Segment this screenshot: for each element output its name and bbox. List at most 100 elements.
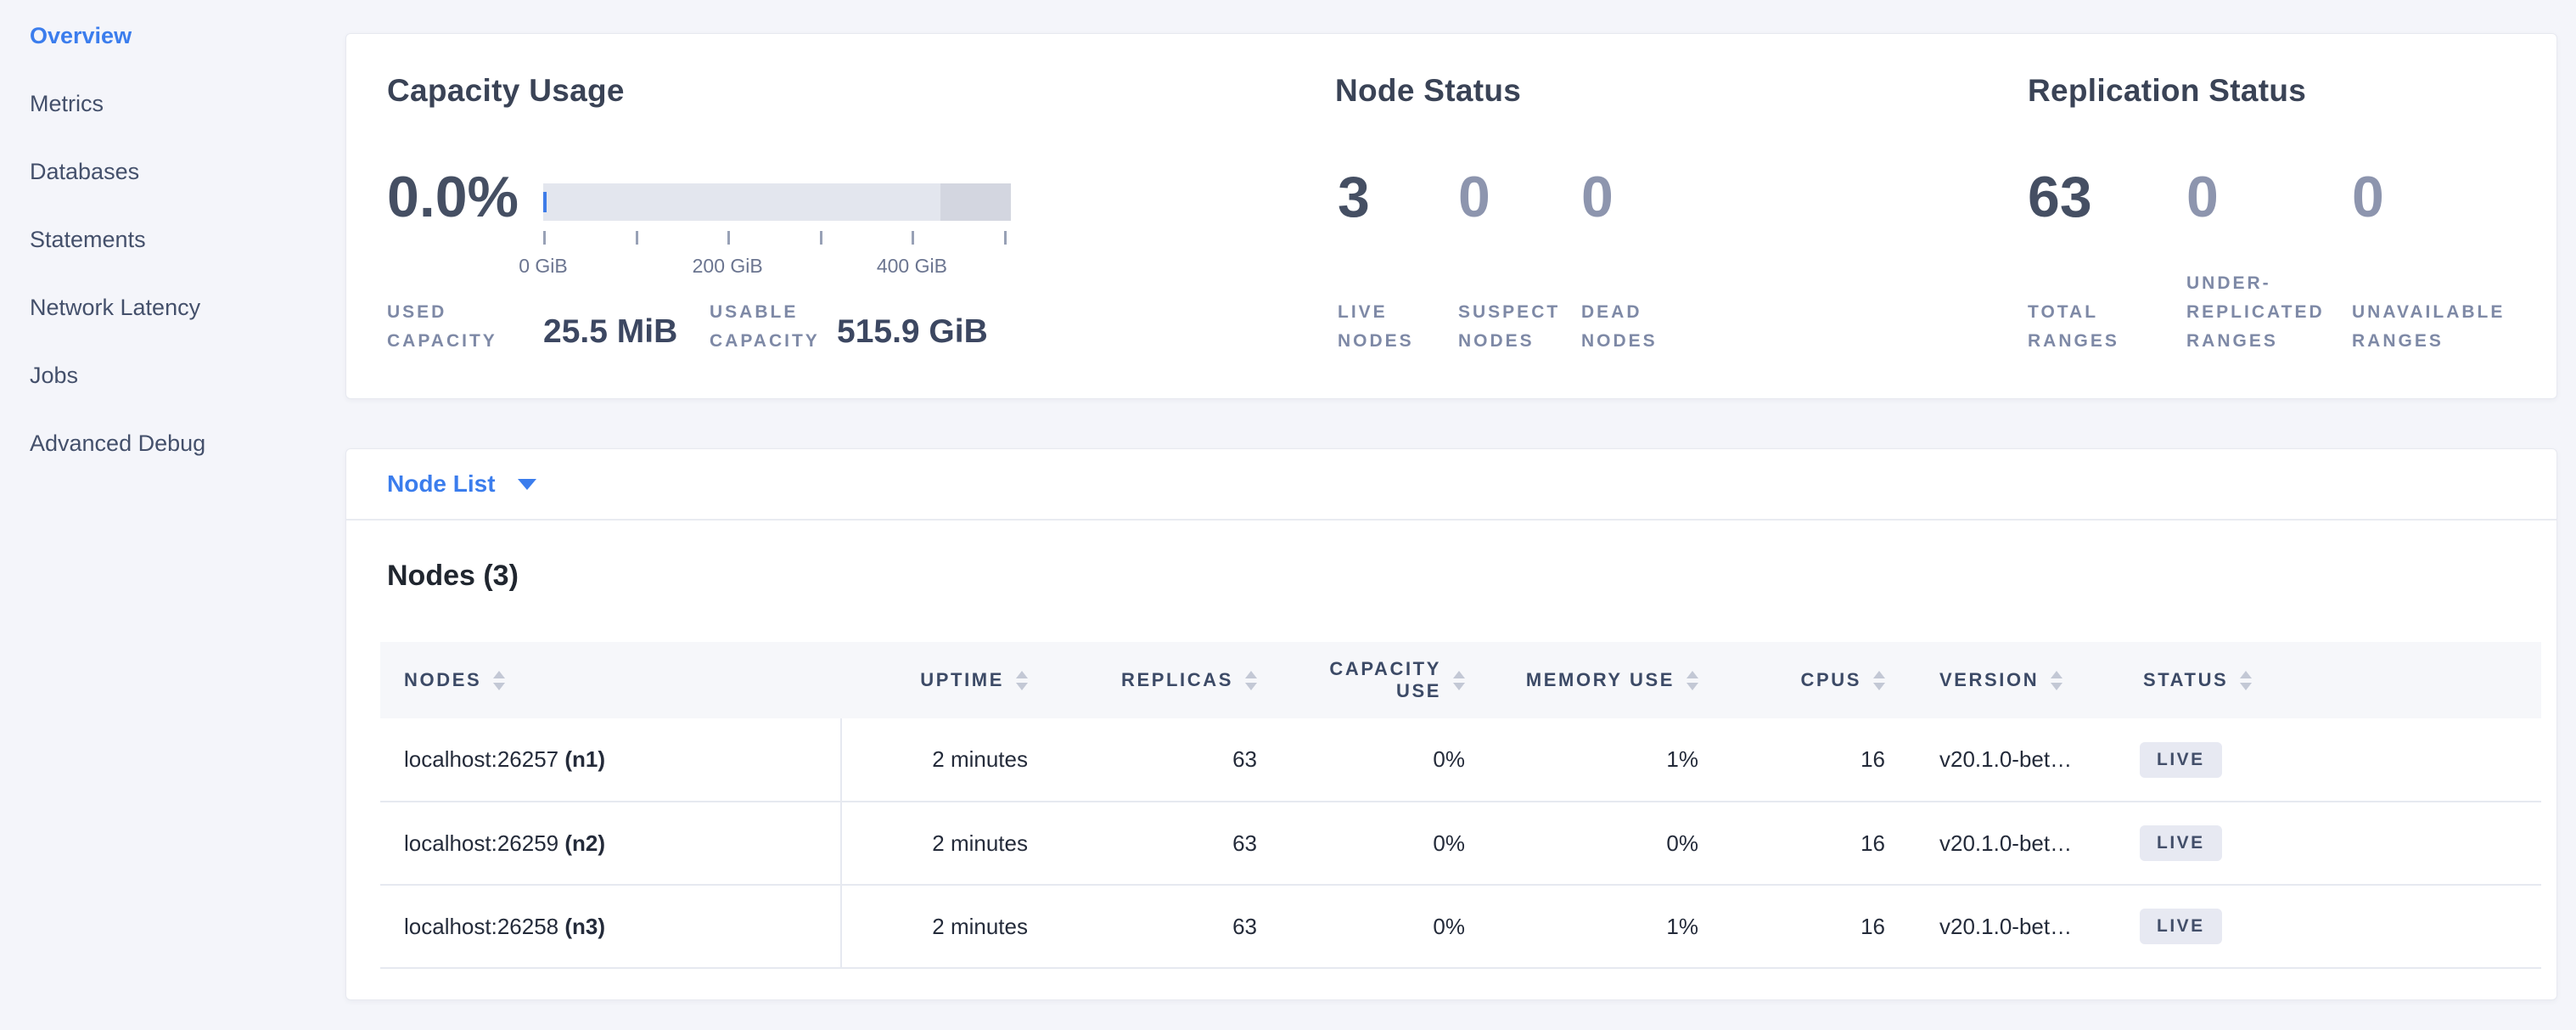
suspect-nodes-count: 0 xyxy=(1458,168,1490,226)
status-badge: LIVE xyxy=(2140,909,2222,944)
node-list-selector-label: Node List xyxy=(387,470,496,498)
capacity-bar-track xyxy=(543,183,1011,221)
node-row[interactable]: localhost:26258 (n3) 2 minutes 63 0% 1% … xyxy=(380,885,2541,968)
dead-nodes-label: DEAD NODES xyxy=(1581,298,1692,356)
sort-icon[interactable] xyxy=(1453,671,1465,690)
node-address-cell[interactable]: localhost:26258 (n3) xyxy=(380,885,841,968)
column-label: UPTIME xyxy=(920,669,1004,691)
capacity-axis-ticks xyxy=(543,231,1004,245)
capacity-usage-title: Capacity Usage xyxy=(387,73,625,109)
table-header-row: NODES UPTIME REPLICAS CAPACITY USE MEMOR… xyxy=(380,642,2541,718)
capacity-bar-secondary xyxy=(940,183,1011,221)
node-status-title: Node Status xyxy=(1335,73,1521,109)
memory-use-cell: 1% xyxy=(1499,718,1732,802)
total-ranges-label: TOTAL RANGES xyxy=(2028,298,2164,356)
column-label: CAPACITY USE xyxy=(1314,658,1441,702)
chevron-down-icon xyxy=(518,479,536,490)
status-cell: LIVE xyxy=(2123,718,2541,802)
under-replicated-ranges-count: 0 xyxy=(2186,168,2219,226)
cluster-summary-card: Capacity Usage 0.0% 0 GiB 200 GiB 400 Gi… xyxy=(345,33,2557,399)
uptime-cell: 2 minutes xyxy=(841,718,1062,802)
sort-icon[interactable] xyxy=(1245,671,1257,690)
sidebar-item-advanced-debug[interactable]: Advanced Debug xyxy=(30,409,205,477)
capacity-use-cell: 0% xyxy=(1291,802,1499,885)
sidebar-item-overview[interactable]: Overview xyxy=(30,2,205,70)
node-list-selector[interactable]: Node List xyxy=(387,470,536,498)
memory-use-cell: 1% xyxy=(1499,885,1732,968)
nodes-section-title: Nodes (3) xyxy=(387,560,519,593)
usable-capacity-label: USABLE CAPACITY xyxy=(710,298,845,356)
sidebar-item-network-latency[interactable]: Network Latency xyxy=(30,273,205,341)
memory-use-cell: 0% xyxy=(1499,802,1732,885)
replication-status-title: Replication Status xyxy=(2028,73,2306,109)
node-name: (n3) xyxy=(564,914,605,939)
node-address: localhost:26257 xyxy=(404,746,558,772)
version-cell: v20.1.0-bet… xyxy=(1919,718,2123,802)
replicas-cell: 63 xyxy=(1062,885,1291,968)
usable-capacity-value: 515.9 GiB xyxy=(837,313,988,351)
axis-label-200gib: 200 GiB xyxy=(693,255,763,278)
node-address: localhost:26258 xyxy=(404,914,558,939)
column-header-cpus[interactable]: CPUS xyxy=(1732,642,1919,718)
column-header-capacity-use[interactable]: CAPACITY USE xyxy=(1291,642,1499,718)
sort-icon[interactable] xyxy=(2240,671,2252,690)
uptime-cell: 2 minutes xyxy=(841,802,1062,885)
sort-icon[interactable] xyxy=(493,671,505,690)
total-ranges-count: 63 xyxy=(2028,168,2092,226)
column-header-version[interactable]: VERSION xyxy=(1919,642,2123,718)
sort-icon[interactable] xyxy=(2051,671,2062,690)
column-label: NODES xyxy=(404,669,481,691)
replicas-cell: 63 xyxy=(1062,802,1291,885)
sort-icon[interactable] xyxy=(1686,671,1698,690)
sidebar-nav-list: Overview Metrics Databases Statements Ne… xyxy=(30,2,205,477)
axis-label-0gib: 0 GiB xyxy=(519,255,568,278)
live-nodes-label: LIVE NODES xyxy=(1338,298,1448,356)
capacity-used-percent: 0.0% xyxy=(387,168,519,226)
sidebar-item-jobs[interactable]: Jobs xyxy=(30,341,205,409)
node-name: (n1) xyxy=(564,746,605,772)
unavailable-ranges-label: UNAVAILABLE RANGES xyxy=(2352,298,2534,356)
unavailable-ranges-count: 0 xyxy=(2352,168,2384,226)
uptime-cell: 2 minutes xyxy=(841,885,1062,968)
sidebar: Overview Metrics Databases Statements Ne… xyxy=(0,0,345,1030)
column-label: MEMORY USE xyxy=(1526,669,1675,691)
status-badge: LIVE xyxy=(2140,825,2222,861)
under-replicated-ranges-label: UNDER-REPLICATED RANGES xyxy=(2186,269,2369,356)
node-address: localhost:26259 xyxy=(404,830,558,856)
capacity-bar-used xyxy=(543,192,547,212)
suspect-nodes-label: SUSPECT NODES xyxy=(1458,298,1577,356)
cpus-cell: 16 xyxy=(1732,718,1919,802)
version-cell: v20.1.0-bet… xyxy=(1919,802,2123,885)
cpus-cell: 16 xyxy=(1732,802,1919,885)
sidebar-item-databases[interactable]: Databases xyxy=(30,138,205,205)
sort-icon[interactable] xyxy=(1016,671,1028,690)
sort-icon[interactable] xyxy=(1873,671,1885,690)
node-list-card: Node List Nodes (3) NODES UPTIME REPLICA… xyxy=(345,448,2557,1000)
column-header-replicas[interactable]: REPLICAS xyxy=(1062,642,1291,718)
status-cell: LIVE xyxy=(2123,802,2541,885)
status-badge: LIVE xyxy=(2140,742,2222,778)
node-name: (n2) xyxy=(564,830,605,856)
capacity-bar-chart: 0 GiB 200 GiB 400 GiB xyxy=(543,183,1011,294)
axis-label-400gib: 400 GiB xyxy=(877,255,947,278)
node-row[interactable]: localhost:26259 (n2) 2 minutes 63 0% 0% … xyxy=(380,802,2541,885)
nodes-table: NODES UPTIME REPLICAS CAPACITY USE MEMOR… xyxy=(380,642,2541,969)
node-row[interactable]: localhost:26257 (n1) 2 minutes 63 0% 1% … xyxy=(380,718,2541,802)
column-label: REPLICAS xyxy=(1121,669,1233,691)
column-header-nodes[interactable]: NODES xyxy=(380,642,841,718)
column-label: STATUS xyxy=(2143,669,2228,691)
status-cell: LIVE xyxy=(2123,885,2541,968)
node-address-cell[interactable]: localhost:26259 (n2) xyxy=(380,802,841,885)
column-header-uptime[interactable]: UPTIME xyxy=(841,642,1062,718)
capacity-use-cell: 0% xyxy=(1291,885,1499,968)
sidebar-item-metrics[interactable]: Metrics xyxy=(30,70,205,138)
node-address-cell[interactable]: localhost:26257 (n1) xyxy=(380,718,841,802)
capacity-use-cell: 0% xyxy=(1291,718,1499,802)
column-label: VERSION xyxy=(1939,669,2039,691)
column-header-memory-use[interactable]: MEMORY USE xyxy=(1499,642,1732,718)
sidebar-item-statements[interactable]: Statements xyxy=(30,205,205,273)
replicas-cell: 63 xyxy=(1062,718,1291,802)
column-header-status[interactable]: STATUS xyxy=(2123,642,2541,718)
view-selector-bar: Node List xyxy=(346,449,2556,521)
dead-nodes-count: 0 xyxy=(1581,168,1614,226)
